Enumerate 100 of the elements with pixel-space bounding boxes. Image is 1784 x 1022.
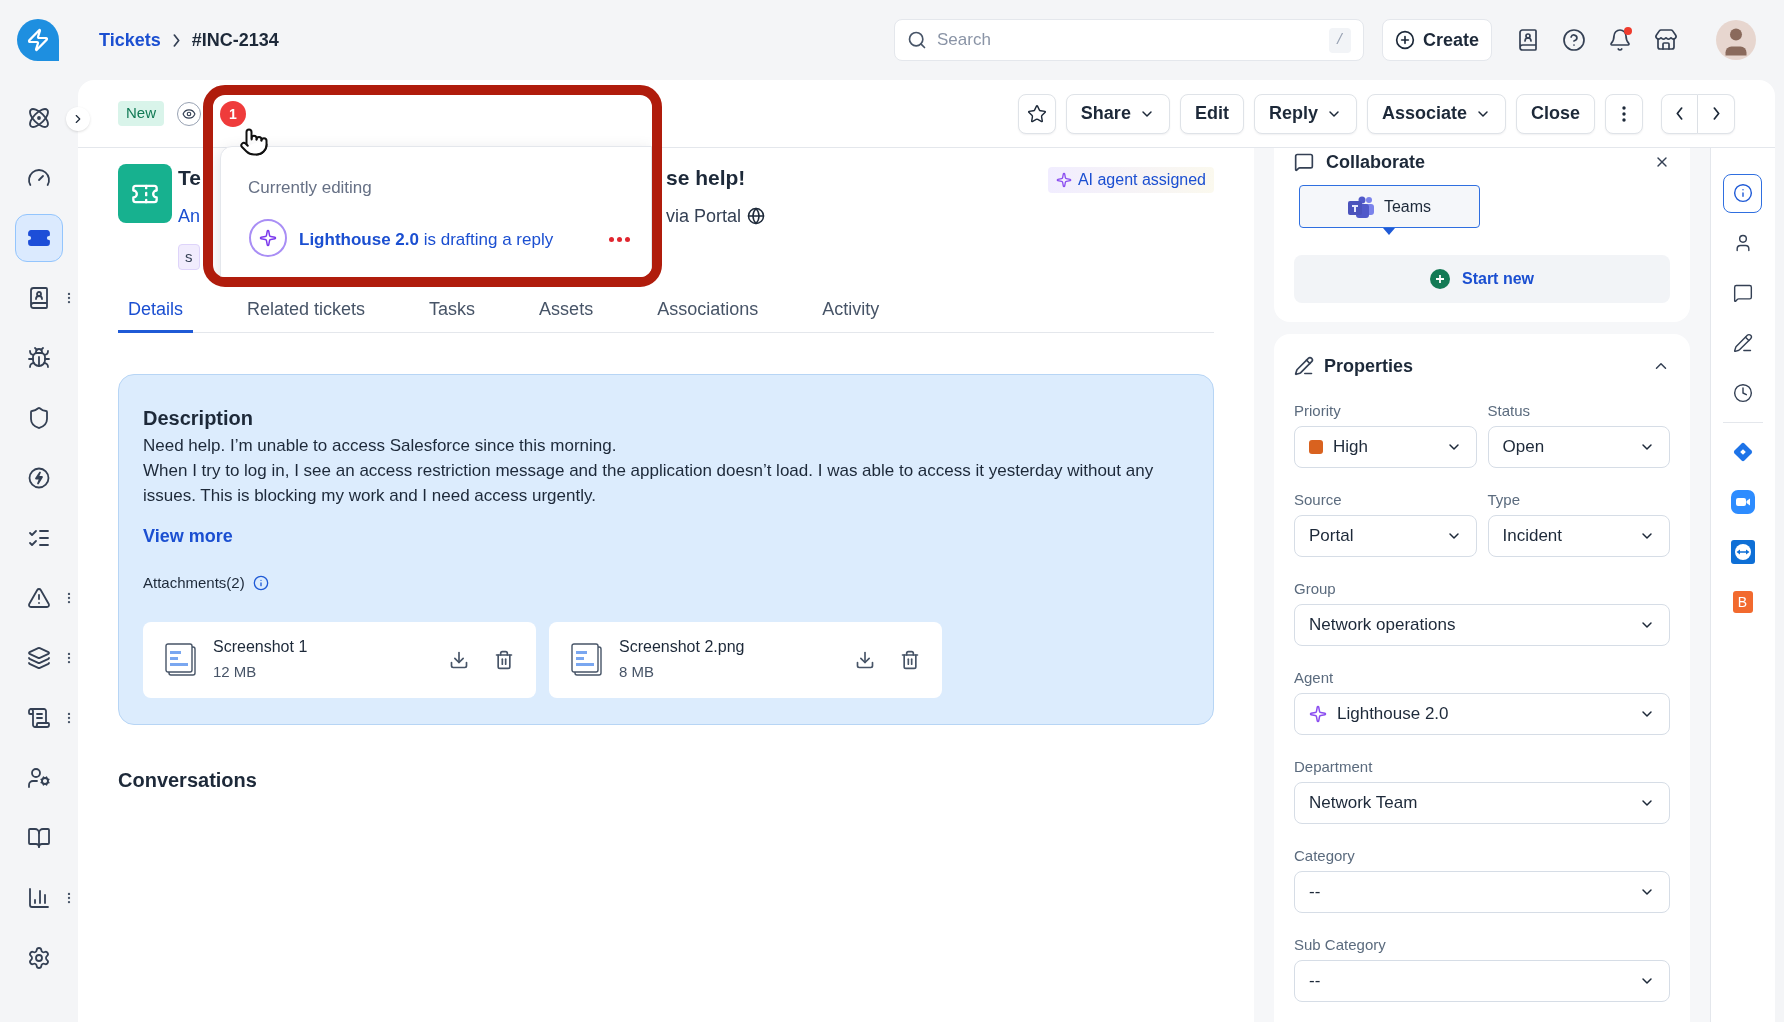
- download-icon[interactable]: [449, 649, 469, 670]
- dropdown-field[interactable]: Portal: [1294, 515, 1477, 557]
- download-icon[interactable]: [855, 649, 875, 670]
- toolbar-button[interactable]: Reply: [1253, 93, 1357, 134]
- conversations-heading: Conversations: [118, 767, 258, 791]
- expand-sidebar-button[interactable]: [66, 107, 90, 131]
- attachment-card[interactable]: Screenshot 1 12 MB: [143, 621, 536, 698]
- file-name: Screenshot 1: [213, 637, 308, 658]
- star-button[interactable]: [1017, 93, 1056, 134]
- tab[interactable]: Associations: [647, 289, 769, 333]
- file-size: 8 MB: [619, 662, 655, 683]
- scroll-icon: [27, 706, 51, 730]
- chevron-left-icon: [1676, 107, 1683, 120]
- breadcrumb-current: #INC-2134: [191, 28, 279, 52]
- toolbar-button[interactable]: Share: [1065, 93, 1170, 134]
- info-icon[interactable]: [1723, 173, 1762, 213]
- description-heading: Description: [143, 406, 255, 427]
- notification-icon[interactable]: [1608, 28, 1632, 52]
- delete-icon[interactable]: [900, 649, 920, 670]
- kebab-icon: [1622, 105, 1626, 122]
- breadcrumb-link[interactable]: Tickets: [99, 26, 161, 54]
- create-button[interactable]: Create: [1381, 19, 1492, 61]
- avatar[interactable]: [1716, 20, 1756, 60]
- atom-icon: [27, 106, 51, 130]
- warning-icon: [27, 586, 51, 610]
- toolbar-button[interactable]: Associate: [1366, 93, 1506, 134]
- more-button[interactable]: [1605, 93, 1643, 134]
- store-icon[interactable]: [1654, 28, 1678, 52]
- video-camera-icon[interactable]: [1730, 490, 1755, 514]
- toolbar-button[interactable]: Edit: [1179, 93, 1244, 134]
- document-icon: [571, 642, 603, 677]
- contact-book-icon: [27, 286, 51, 310]
- properties-title: Properties: [1324, 354, 1414, 378]
- popup-heading: Currently editing: [248, 177, 372, 199]
- chevron-right-icon: [1712, 107, 1720, 120]
- view-more-link[interactable]: View more: [143, 523, 233, 550]
- info-icon[interactable]: [252, 575, 269, 592]
- tag-chip: s: [178, 244, 200, 270]
- tab[interactable]: Related tickets: [237, 289, 376, 333]
- sidebar-item[interactable]: [15, 214, 63, 262]
- ticket-title: Te: [178, 166, 201, 190]
- dropdown-field[interactable]: Open: [1487, 426, 1670, 468]
- presence-text: Lighthouse 2.0 is drafting a reply: [299, 229, 554, 251]
- plus-circle-icon: [1394, 30, 1415, 50]
- pointer-caret-icon: [1383, 228, 1395, 235]
- chevron-icon: [172, 33, 180, 47]
- requester-link[interactable]: An: [178, 205, 201, 226]
- teams-icon: [1347, 195, 1374, 218]
- ai-badge: AI agent assigned: [1047, 167, 1214, 193]
- description-text: Need help. I’m unable to access Salesforce since this morning.: [143, 435, 618, 457]
- eye-icon: [182, 106, 196, 121]
- shield-icon: [27, 406, 51, 430]
- field-label: Agent: [1294, 668, 1335, 687]
- attachments-label: Attachments(2): [143, 573, 245, 593]
- field-label: Source: [1294, 490, 1343, 509]
- toolbar-button[interactable]: Close: [1515, 93, 1595, 134]
- field-label: Type: [1487, 490, 1522, 509]
- layers-icon: [27, 646, 51, 670]
- tab[interactable]: Assets: [529, 289, 604, 333]
- field-label: Priority: [1294, 401, 1342, 420]
- document-icon: [165, 642, 197, 677]
- status-badge: New: [118, 101, 164, 126]
- tab[interactable]: Activity: [812, 289, 890, 333]
- field-label: Status: [1487, 401, 1532, 420]
- delete-icon[interactable]: [494, 649, 514, 670]
- dropdown-field[interactable]: Network Team: [1294, 782, 1670, 824]
- dropdown-field[interactable]: Lighthouse 2.0: [1294, 693, 1670, 735]
- contacts-icon[interactable]: [1516, 28, 1540, 52]
- tab[interactable]: Details: [118, 289, 194, 333]
- description-text: When I try to log in, I see an access restriction message and the application doesn’t load. I was able to access it yesterday without any issues. This is blocking my work and I need access urgently.: [143, 460, 1155, 507]
- dropdown-field[interactable]: High: [1294, 426, 1477, 468]
- source-text: via Portal: [666, 204, 742, 228]
- pencil-icon: [1294, 356, 1314, 376]
- start-new-button[interactable]: Start new: [1294, 255, 1670, 303]
- file-name: Screenshot 2.png: [619, 637, 745, 658]
- bug-icon: [27, 346, 51, 370]
- file-size: 12 MB: [213, 662, 258, 683]
- bar-chart-icon: [27, 886, 51, 910]
- attachment-card[interactable]: Screenshot 2.png 8 MB: [549, 621, 942, 698]
- chat-icon: [1294, 152, 1314, 172]
- tab[interactable]: Tasks: [419, 289, 486, 333]
- help-icon[interactable]: [1562, 28, 1586, 52]
- settings-icon: [27, 946, 51, 970]
- field-label: Sub Category: [1294, 935, 1387, 954]
- dropdown-field[interactable]: Network operations: [1294, 604, 1670, 646]
- star-icon: [1026, 103, 1047, 124]
- dropdown-field[interactable]: Incident: [1487, 515, 1670, 557]
- field-label: Category: [1294, 846, 1356, 865]
- search-icon: [906, 30, 927, 50]
- ai-avatar: [249, 219, 287, 257]
- dropdown-field[interactable]: --: [1294, 960, 1670, 1002]
- search-input[interactable]: Search: [936, 27, 1319, 53]
- ticket-icon: [118, 164, 172, 223]
- dropdown-field[interactable]: --: [1294, 871, 1670, 913]
- logo-icon[interactable]: [17, 19, 59, 61]
- teams-tab[interactable]: Teams: [1299, 185, 1480, 228]
- remote-arrows-icon[interactable]: [1730, 540, 1755, 564]
- field-label: Group: [1294, 579, 1337, 598]
- field-label: Department: [1294, 757, 1374, 776]
- typing-dots-icon: [609, 237, 630, 242]
